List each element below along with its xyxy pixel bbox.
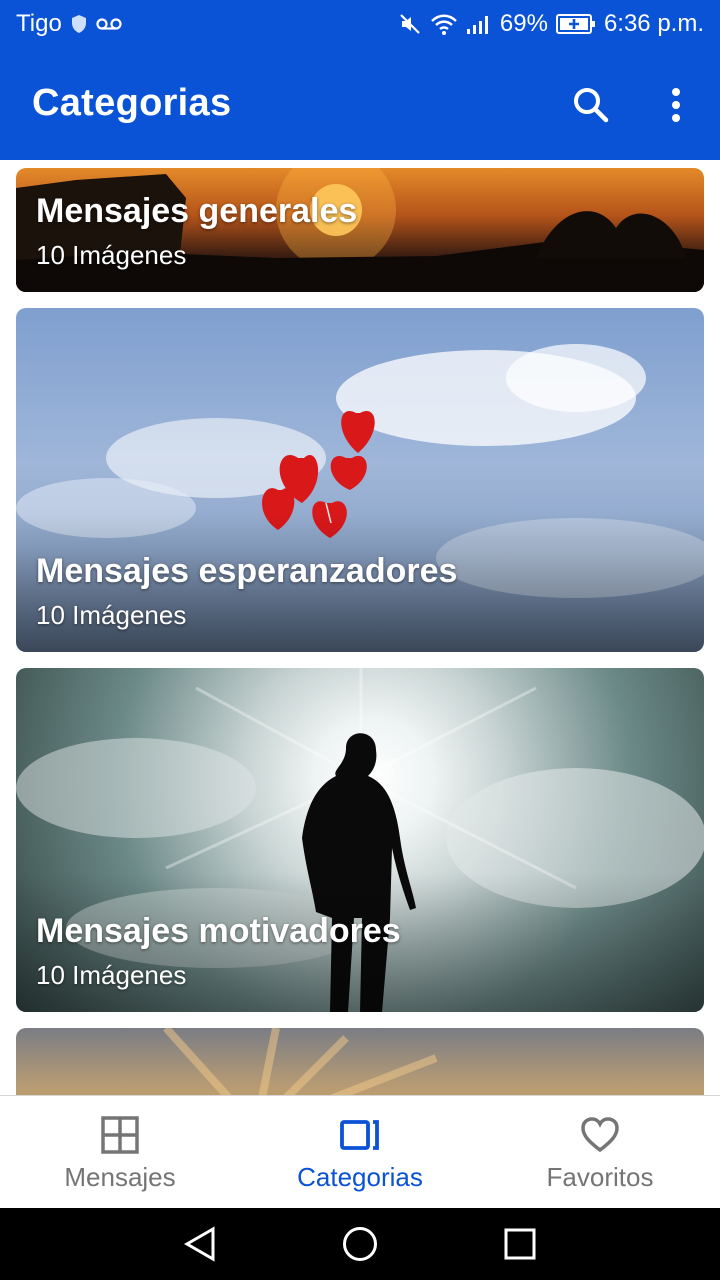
category-card[interactable]: Mensajes esperanzadores 10 Imágenes (16, 308, 704, 652)
mute-icon (398, 12, 422, 36)
category-count: 10 Imágenes (36, 600, 187, 630)
system-home-button[interactable] (340, 1224, 380, 1264)
category-card[interactable]: Mensajes motivadores 10 Imágenes (16, 668, 704, 1012)
signal-icon (466, 13, 492, 35)
category-count: 10 Imágenes (36, 960, 187, 990)
back-triangle-icon (183, 1226, 217, 1262)
battery-percent: 69% (499, 10, 548, 37)
category-count: 10 Imágenes (36, 240, 187, 270)
category-image (163, 1028, 438, 1095)
more-options-button[interactable] (651, 80, 701, 130)
nav-label: Mensajes (64, 1162, 176, 1192)
recents-square-icon (503, 1227, 537, 1261)
voicemail-icon (96, 17, 122, 31)
categories-icon (339, 1116, 381, 1154)
bottom-navigation: Mensajes Categorias Favoritos (0, 1095, 720, 1208)
category-list[interactable]: Mensajes generales 10 Imágenes Mensajes … (0, 160, 720, 1095)
system-back-button[interactable] (180, 1224, 220, 1264)
home-circle-icon (341, 1225, 379, 1263)
nav-item-categorias[interactable]: Categorias (240, 1096, 480, 1209)
category-title: Mensajes generales (36, 192, 358, 230)
category-card[interactable] (16, 1028, 704, 1095)
category-card[interactable]: Mensajes generales 10 Imágenes (16, 168, 704, 292)
grid-icon (101, 1116, 139, 1154)
system-recents-button[interactable] (500, 1224, 540, 1264)
wifi-icon (430, 12, 458, 36)
category-title: Mensajes motivadores (36, 912, 401, 950)
nav-item-favoritos[interactable]: Favoritos (480, 1096, 720, 1209)
heart-icon (580, 1116, 620, 1154)
system-nav-bar (0, 1208, 720, 1280)
top-bar: Tigo 69% 6:36 p.m. Categorias (0, 0, 720, 160)
carrier-label: Tigo (16, 10, 62, 37)
nav-label: Favoritos (546, 1162, 654, 1192)
search-button[interactable] (566, 80, 616, 130)
clock: 6:36 p.m. (603, 10, 704, 37)
search-icon (571, 85, 611, 125)
nav-label: Categorias (297, 1162, 423, 1192)
nav-item-mensajes[interactable]: Mensajes (0, 1096, 240, 1209)
page-title: Categorias (32, 82, 232, 124)
status-bar: Tigo 69% 6:36 p.m. (0, 0, 720, 50)
category-title: Mensajes esperanzadores (36, 552, 458, 590)
shield-icon (70, 14, 88, 34)
more-vert-icon (670, 87, 682, 123)
battery-icon (555, 13, 596, 35)
